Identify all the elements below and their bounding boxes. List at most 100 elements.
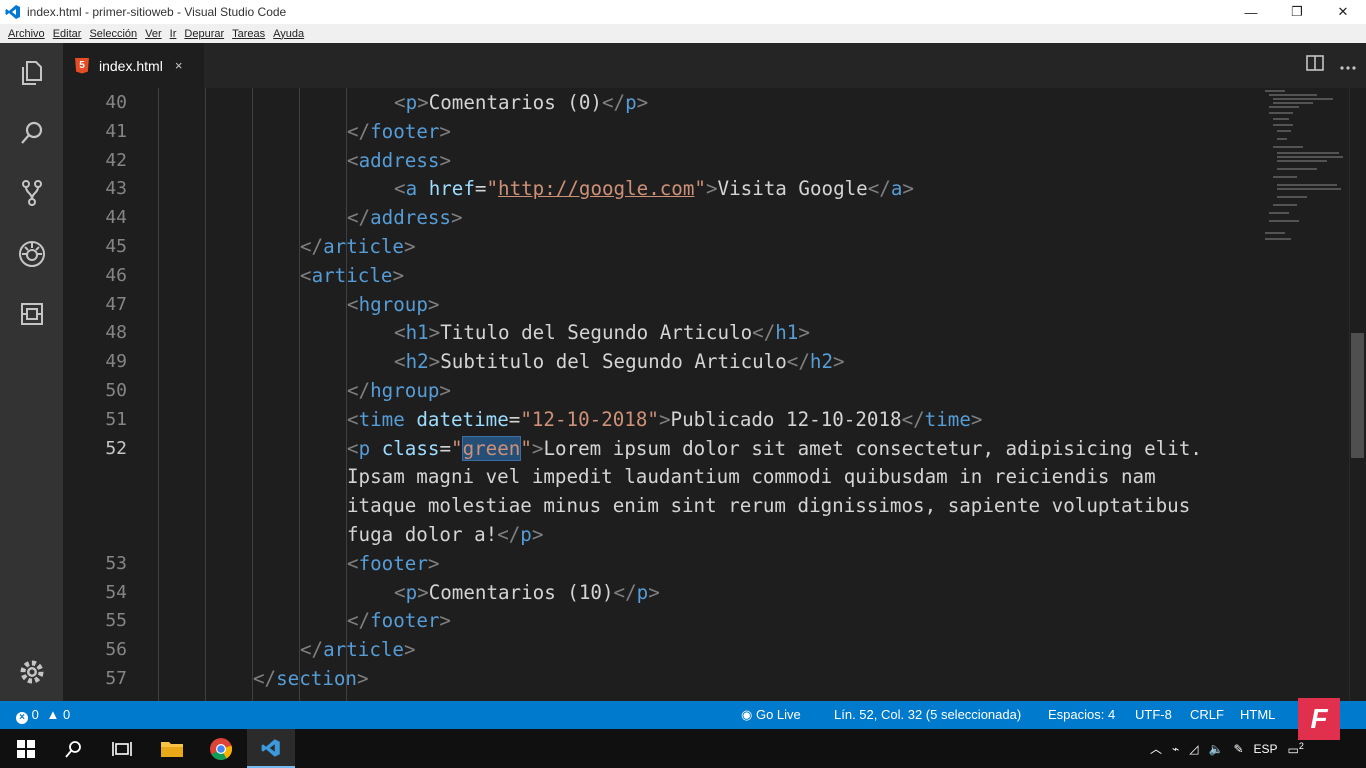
- token-tag: footer: [370, 609, 440, 633]
- windows-start-icon[interactable]: [2, 729, 50, 768]
- token-b: >: [439, 119, 451, 143]
- code-text: <address>: [347, 147, 451, 176]
- token-b: </: [901, 407, 925, 431]
- vertical-scrollbar[interactable]: [1349, 88, 1366, 701]
- wifi-icon[interactable]: ◿: [1189, 742, 1198, 756]
- task-view-icon[interactable]: [98, 729, 146, 768]
- indent-guide: [158, 88, 159, 701]
- line-number: 45: [105, 235, 127, 257]
- token-tag: time: [924, 407, 971, 431]
- token-tag: hgroup: [370, 378, 440, 402]
- code-text: </section>: [253, 665, 369, 694]
- line-number: 49: [105, 351, 127, 373]
- go-live-label: Go Live: [755, 707, 801, 722]
- minimap[interactable]: [1259, 88, 1349, 248]
- maximize-button[interactable]: ❐: [1274, 0, 1320, 24]
- volume-icon[interactable]: 🔈: [1208, 742, 1223, 756]
- token-b: >: [705, 177, 718, 201]
- token-b: >: [833, 350, 845, 374]
- menu-archivo[interactable]: Archivo: [8, 28, 45, 40]
- menu-seleccion[interactable]: Selección: [89, 28, 137, 40]
- search-icon[interactable]: [11, 112, 53, 154]
- token-str: ": [451, 436, 463, 460]
- token-b: >: [427, 292, 440, 316]
- code-text: <hgroup>: [347, 291, 439, 320]
- menu-ayuda[interactable]: Ayuda: [273, 28, 304, 40]
- token-b: >: [798, 321, 810, 345]
- menu-editar[interactable]: Editar: [53, 28, 82, 40]
- token-b: >: [417, 91, 429, 114]
- token-txt: Publicado 12-10-2018: [670, 407, 902, 431]
- pen-icon[interactable]: ✎: [1233, 742, 1243, 756]
- indent-guide: [299, 88, 300, 701]
- token-str: ": [520, 436, 532, 460]
- token-tag: a: [890, 177, 903, 201]
- tab-close-icon[interactable]: ×: [175, 58, 183, 73]
- encoding-setting[interactable]: UTF-8: [1135, 701, 1172, 729]
- token-tag: time: [358, 407, 405, 431]
- notifications-icon[interactable]: ▭2: [1288, 741, 1304, 757]
- language-indicator[interactable]: ESP: [1254, 742, 1278, 756]
- token-b: >: [392, 263, 404, 287]
- code-editor[interactable]: 40 <p>Comentarios (0)</p> 41 </footer> 42 <ad…: [63, 88, 1366, 701]
- eol-setting[interactable]: CRLF: [1190, 701, 1224, 729]
- token-b: >: [428, 350, 441, 374]
- line-number: 42: [105, 149, 127, 171]
- line-number: 43: [105, 178, 127, 200]
- token-b: </: [300, 234, 324, 258]
- split-editor-icon[interactable]: [1306, 55, 1324, 76]
- token-tag: h1: [775, 321, 799, 345]
- explorer-icon[interactable]: [11, 52, 53, 94]
- problems-indicator[interactable]: × 0 ▲ 0: [16, 701, 70, 729]
- line-number: 55: [105, 610, 127, 632]
- tab-index-html[interactable]: 5 index.html ×: [63, 43, 204, 88]
- token-tag: h2: [809, 350, 834, 374]
- token-txt: =: [508, 407, 521, 431]
- error-icon: ×: [16, 712, 28, 724]
- chrome-icon[interactable]: [197, 729, 245, 768]
- token-attr: class: [381, 436, 440, 460]
- code-text: <p>Comentarios (0)</p>: [394, 89, 648, 118]
- code-text: </footer>: [347, 607, 451, 636]
- file-explorer-icon[interactable]: [148, 729, 196, 768]
- token-tag: p: [520, 522, 532, 546]
- scrollbar-thumb[interactable]: [1351, 333, 1364, 458]
- token-tag: p: [636, 580, 649, 604]
- token-tag: p: [405, 580, 418, 604]
- menu-tareas[interactable]: Tareas: [232, 28, 265, 40]
- network-icon[interactable]: ⌁: [1172, 742, 1179, 756]
- line-number: 40: [105, 92, 127, 113]
- minimize-button[interactable]: —: [1228, 0, 1274, 24]
- token-b: <: [394, 580, 406, 604]
- more-actions-icon[interactable]: [1340, 57, 1356, 75]
- token-b: >: [531, 436, 544, 460]
- tray-chevron-icon[interactable]: ︿: [1150, 740, 1162, 757]
- token-b: >: [531, 522, 544, 546]
- close-window-button[interactable]: ✕: [1320, 0, 1366, 24]
- cursor-position[interactable]: Lín. 52, Col. 32 (5 seleccionada): [834, 701, 1021, 729]
- menu-ver[interactable]: Ver: [145, 28, 162, 40]
- token-b: <: [394, 91, 406, 114]
- go-live-button[interactable]: ◉ Go Live: [741, 701, 801, 729]
- settings-gear-icon[interactable]: [11, 651, 53, 693]
- token-tag: article: [323, 638, 404, 662]
- line-number: 48: [105, 322, 127, 344]
- source-control-icon[interactable]: [11, 172, 53, 214]
- language-mode[interactable]: HTML: [1240, 701, 1275, 729]
- token-tag: article: [323, 234, 404, 258]
- indentation-setting[interactable]: Espacios: 4: [1048, 701, 1115, 729]
- token-b: >: [356, 666, 369, 690]
- token-b: >: [439, 378, 451, 402]
- menu-depurar[interactable]: Depurar: [184, 28, 224, 40]
- token-tag: address: [358, 148, 440, 172]
- vscode-taskbar-icon[interactable]: [247, 729, 295, 768]
- debug-icon[interactable]: [11, 233, 53, 275]
- token-txt: Comentarios (0): [428, 91, 602, 114]
- token-b: </: [613, 580, 637, 604]
- menu-ir[interactable]: Ir: [170, 28, 177, 40]
- token-b: >: [439, 148, 451, 172]
- taskbar-search-icon[interactable]: [50, 729, 98, 768]
- extensions-icon[interactable]: [11, 293, 53, 335]
- windows-taskbar: ︿ ⌁ ◿ 🔈 ✎ ESP ▭2: [0, 729, 1366, 768]
